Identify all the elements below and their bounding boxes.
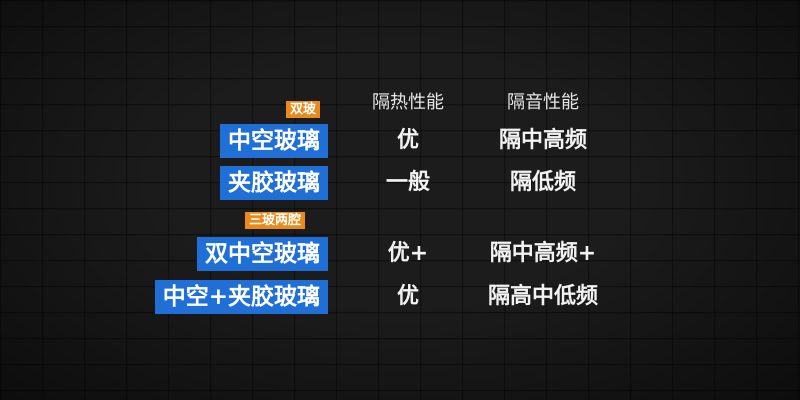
row-heat-value: 优 <box>396 284 419 309</box>
group-tag-double-glass: 双玻 <box>286 101 321 118</box>
row-sound-value: 隔低频 <box>509 170 576 195</box>
row-heat-value: 优 <box>396 128 419 153</box>
row-label: 中空+夹胶玻璃 <box>154 280 328 314</box>
group-tag-triple-glass: 三玻两腔 <box>245 212 306 229</box>
row-sound-value: 隔中高频 <box>498 128 587 153</box>
row-sound-value: 隔中高频+ <box>489 241 597 266</box>
row-label: 夹胶玻璃 <box>220 166 328 200</box>
header-sound-insulation: 隔音性能 <box>507 92 579 113</box>
row-label: 中空玻璃 <box>220 124 328 158</box>
row-heat-value: 优+ <box>387 241 429 266</box>
row-sound-value: 隔高中低频 <box>487 284 598 309</box>
row-label: 双中空玻璃 <box>197 237 328 271</box>
row-heat-value: 一般 <box>385 170 430 195</box>
header-heat-insulation: 隔热性能 <box>372 92 444 113</box>
